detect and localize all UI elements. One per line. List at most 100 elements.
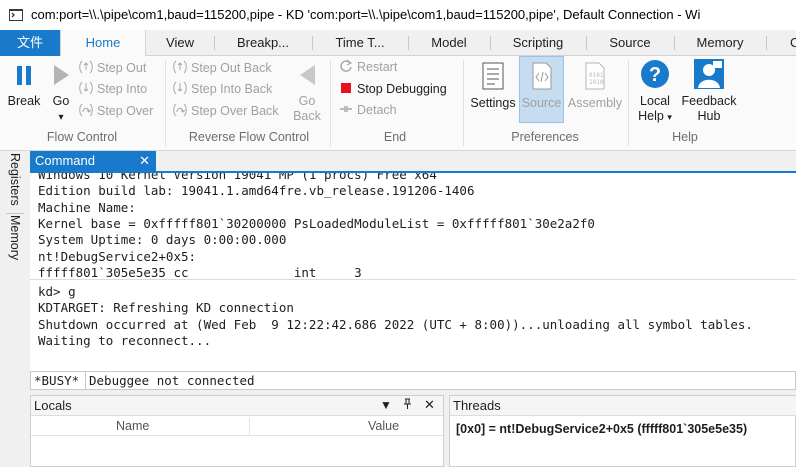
step-over-back-label: Step Over Back xyxy=(191,104,279,118)
command-tab[interactable]: Command ✕ xyxy=(30,151,156,171)
step-into-icon xyxy=(78,80,94,96)
tab-file[interactable]: 文件 xyxy=(0,30,60,56)
output-line: KDTARGET: Refreshing KD connection xyxy=(38,300,294,316)
detach-icon xyxy=(338,101,354,117)
step-into-back-button[interactable]: Step Into Back xyxy=(172,80,272,98)
output-line: kd> g xyxy=(38,284,76,300)
column-divider[interactable] xyxy=(249,418,250,436)
close-icon[interactable]: ✕ xyxy=(424,397,435,413)
output-line: Windows 10 Kernel Version 19041 MP (1 pr… xyxy=(38,171,437,182)
step-out-label: Step Out xyxy=(97,61,147,75)
command-tab-title: Command xyxy=(35,153,95,168)
locals-pane: Locals ▼ ✕ Name Value xyxy=(30,395,444,467)
svg-text:1010: 1010 xyxy=(589,79,604,86)
stop-debugging-label: Stop Debugging xyxy=(357,82,447,96)
svg-text:0101: 0101 xyxy=(589,72,604,79)
feedback-hub-icon xyxy=(694,59,724,89)
output-line: nt!DebugService2+0x5: xyxy=(38,248,197,264)
side-tab-strip: Registers Memory xyxy=(0,151,30,467)
step-out-back-label: Step Out Back xyxy=(191,61,272,75)
settings-button[interactable]: Settings xyxy=(468,60,518,111)
group-label-help: Help xyxy=(672,130,698,144)
side-tab-registers[interactable]: Registers xyxy=(8,153,22,206)
source-mode-label: Source xyxy=(521,96,562,110)
break-label: Break xyxy=(7,94,41,108)
title-bar: com:port=\\.\pipe\com1,baud=115200,pipe … xyxy=(0,0,796,30)
help-icon: ? xyxy=(641,60,669,88)
group-divider xyxy=(463,60,464,146)
threads-pane: Threads [0x0] = nt!DebugService2+0x5 (ff… xyxy=(449,395,796,467)
close-icon[interactable]: ✕ xyxy=(139,151,150,171)
column-value[interactable]: Value xyxy=(368,419,399,433)
group-divider xyxy=(330,60,331,146)
step-over-back-button[interactable]: Step Over Back xyxy=(172,102,279,120)
side-tab-memory[interactable]: Memory xyxy=(8,215,22,260)
ribbon-tab-row: 文件 Home View Breakp... Time T... Model S… xyxy=(0,30,796,57)
group-label-end: End xyxy=(383,130,407,144)
pin-icon[interactable] xyxy=(401,398,413,413)
group-divider xyxy=(628,60,629,146)
tab-overflow[interactable]: C xyxy=(770,30,796,56)
source-file-icon xyxy=(532,62,551,90)
step-into-back-icon xyxy=(172,80,188,96)
group-label-reverse-flow-control: Reverse Flow Control xyxy=(188,130,310,144)
restart-label: Restart xyxy=(357,60,398,74)
output-line: Machine Name: xyxy=(38,199,136,215)
tab-memory[interactable]: Memory xyxy=(675,30,765,56)
command-input-bar: *BUSY* Debuggee not connected xyxy=(30,371,796,390)
local-help-button[interactable]: ? Local Help ▾ xyxy=(634,58,676,125)
step-into-label: Step Into xyxy=(97,82,148,96)
tab-view[interactable]: View xyxy=(147,30,213,56)
thread-row[interactable]: [0x0] = nt!DebugService2+0x5 (fffff801`3… xyxy=(456,422,747,436)
assembly-file-icon: 0101 1010 xyxy=(585,62,605,90)
step-into-back-label: Step Into Back xyxy=(191,82,273,96)
source-mode-button[interactable]: Source xyxy=(519,56,564,123)
side-tab-divider xyxy=(6,213,24,214)
feedback-hub-label: Feedback Hub xyxy=(681,94,737,123)
step-over-button[interactable]: Step Over xyxy=(78,102,153,120)
busy-indicator: *BUSY* xyxy=(34,373,80,388)
stop-debugging-button[interactable]: Stop Debugging xyxy=(338,80,447,98)
assembly-mode-button[interactable]: 0101 1010 Assembly xyxy=(566,60,624,111)
step-out-button[interactable]: Step Out xyxy=(78,59,146,77)
go-back-button[interactable]: Go Back xyxy=(288,60,326,124)
dropdown-icon[interactable]: ▼ xyxy=(380,398,392,412)
output-line: System Uptime: 0 days 0:00:00.000 xyxy=(38,232,287,248)
column-name[interactable]: Name xyxy=(116,419,149,433)
output-line: Edition build lab: 19041.1.amd64fre.vb_r… xyxy=(38,183,475,199)
restart-icon xyxy=(338,58,354,74)
step-out-icon xyxy=(78,59,94,75)
step-over-icon xyxy=(78,102,94,118)
tab-scripting[interactable]: Scripting xyxy=(491,30,585,56)
tab-source[interactable]: Source xyxy=(587,30,673,56)
stop-icon xyxy=(338,80,354,96)
command-output[interactable]: Windows 10 Kernel Version 19041 MP (1 pr… xyxy=(30,171,796,371)
restart-button[interactable]: Restart xyxy=(338,58,397,76)
break-button[interactable]: Break xyxy=(4,60,44,109)
output-line: Waiting to reconnect... xyxy=(38,333,212,348)
group-label-preferences: Preferences xyxy=(511,130,579,144)
feedback-hub-button[interactable]: Feedback Hub xyxy=(678,58,740,124)
output-line: Kernel base = 0xfffff801`30200000 PsLoad… xyxy=(38,215,595,231)
tab-home[interactable]: Home xyxy=(60,30,146,57)
step-over-back-icon xyxy=(172,102,188,118)
tab-model[interactable]: Model xyxy=(409,30,489,56)
tab-breakpoints[interactable]: Breakp... xyxy=(215,30,311,56)
threads-header: Threads xyxy=(450,396,796,416)
group-divider xyxy=(165,60,166,146)
play-icon xyxy=(54,65,69,85)
assembly-mode-label: Assembly xyxy=(567,96,623,110)
detach-label: Detach xyxy=(357,103,397,117)
step-into-button[interactable]: Step Into xyxy=(78,80,147,98)
local-help-label: Local Help ▾ xyxy=(638,94,672,123)
settings-label: Settings xyxy=(470,96,516,110)
ribbon: Break Go ▾ Step Out Step Into Step Over F… xyxy=(0,56,796,151)
step-out-back-button[interactable]: Step Out Back xyxy=(172,59,272,77)
go-button[interactable]: Go ▾ xyxy=(46,60,76,125)
output-divider xyxy=(30,279,796,280)
detach-button[interactable]: Detach xyxy=(338,101,397,119)
tab-time-travel[interactable]: Time T... xyxy=(313,30,407,56)
command-input[interactable]: Debuggee not connected xyxy=(85,372,795,389)
svg-text:?: ? xyxy=(649,64,661,86)
go-label: Go ▾ xyxy=(52,94,70,123)
